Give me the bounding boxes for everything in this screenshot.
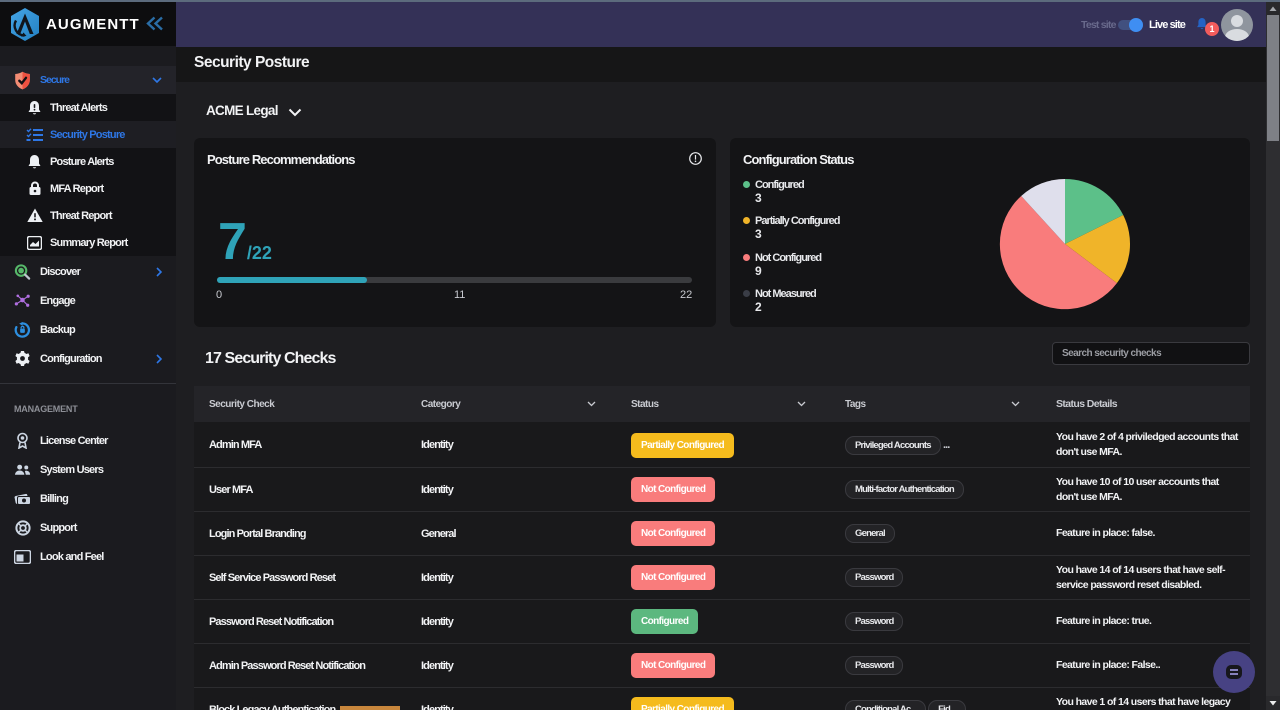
svg-text:AUGMENTT: AUGMENTT [46, 16, 140, 33]
